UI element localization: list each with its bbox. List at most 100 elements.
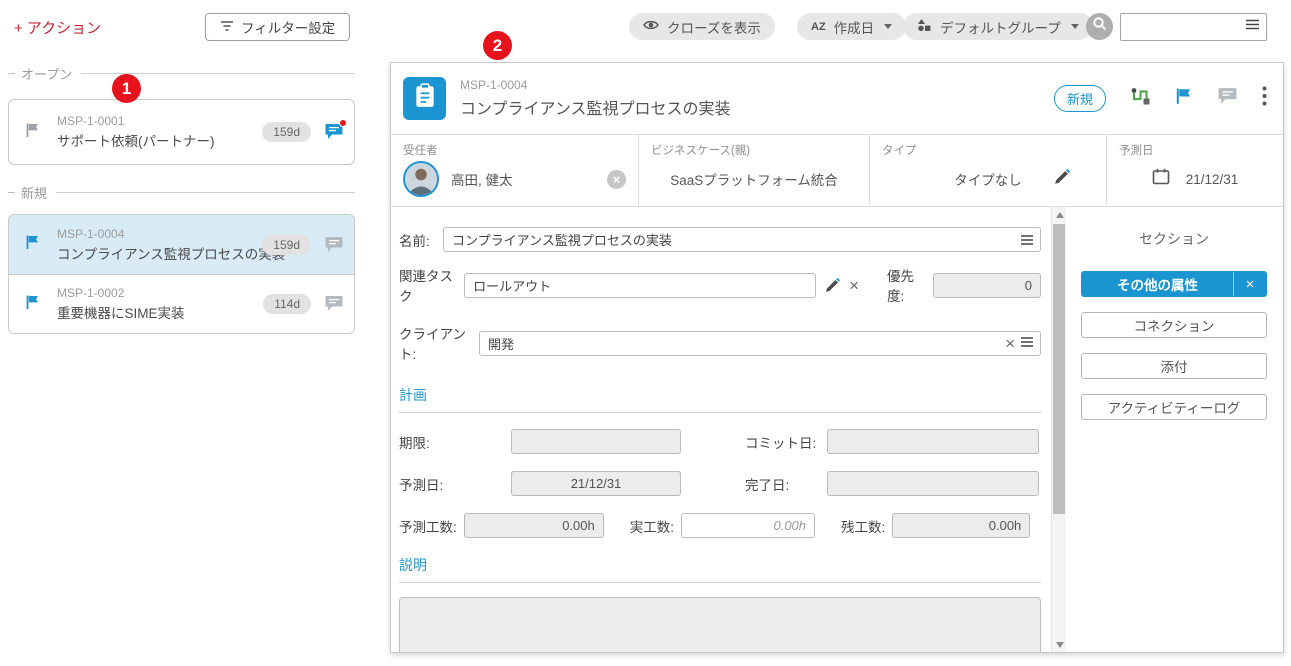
related-task-label: 関連タスク xyxy=(399,265,464,305)
assignee-label: 受任者 xyxy=(403,142,626,158)
actual-effort-input[interactable] xyxy=(681,513,815,538)
related-task-input[interactable] xyxy=(464,273,816,298)
assignee-avatar[interactable] xyxy=(403,161,439,197)
client-input[interactable] xyxy=(479,331,1041,356)
deadline-input[interactable] xyxy=(511,429,681,454)
edit-pencil-icon[interactable] xyxy=(1054,169,1070,190)
group-dropdown[interactable]: デフォルトグループ xyxy=(903,13,1093,40)
detail-header-actions: 新規 xyxy=(1054,85,1267,112)
client-label: クライアント: xyxy=(399,323,479,363)
actual-effort-label: 実工数: xyxy=(630,516,674,536)
search-icon xyxy=(1092,16,1108,37)
clear-task-icon[interactable]: × xyxy=(849,277,859,294)
group-collapse-dash xyxy=(8,73,15,74)
remaining-effort-input[interactable] xyxy=(892,513,1030,538)
flag-icon[interactable] xyxy=(25,294,41,315)
group-collapse-dash xyxy=(8,192,15,193)
remaining-effort-label: 残工数: xyxy=(841,516,885,536)
group-header-new[interactable]: 新規 xyxy=(8,184,355,200)
filter-settings-button[interactable]: フィルター設定 xyxy=(205,13,350,41)
kebab-menu-icon[interactable] xyxy=(1262,86,1267,111)
detail-fields-strip: 受任者 高田, 健太 × ビジネスケース(親) SaaSプラットフォーム統合 タ… xyxy=(391,135,1283,207)
group-divider-line xyxy=(56,192,355,193)
show-closed-button[interactable]: クローズを表示 xyxy=(629,13,775,40)
edit-pencil-icon[interactable] xyxy=(825,278,840,293)
forecast-date-input[interactable] xyxy=(511,471,681,496)
assignee-name: 高田, 健太 xyxy=(451,169,513,189)
plan-section-header: 計画 xyxy=(399,385,1041,413)
annotation-step-1: 1 xyxy=(112,74,141,103)
detail-header-text: MSP-1-0004 コンプライアンス監視プロセスの実装 xyxy=(460,78,731,119)
chat-icon[interactable] xyxy=(1217,87,1238,110)
detail-task-title: コンプライアンス監視プロセスの実装 xyxy=(460,95,731,119)
forecast-date-value: 21/12/31 xyxy=(1186,172,1239,187)
flag-icon[interactable] xyxy=(1175,87,1193,110)
calendar-icon[interactable] xyxy=(1152,168,1170,190)
business-case-value[interactable]: SaaSプラットフォーム統合 xyxy=(670,169,838,189)
show-closed-label: クローズを表示 xyxy=(667,17,761,37)
group-header-open[interactable]: オープン xyxy=(8,65,355,81)
search-input[interactable] xyxy=(1121,14,1245,40)
task-detail-panel: MSP-1-0004 コンプライアンス監視プロセスの実装 新規 受任者 xyxy=(390,62,1284,653)
name-label: 名前: xyxy=(399,230,443,250)
task-id: MSP-1-0002 xyxy=(57,286,185,300)
status-badge[interactable]: 新規 xyxy=(1054,85,1106,112)
task-card-text: MSP-1-0004 コンプライアンス監視プロセスの実装 xyxy=(57,227,262,263)
name-menu-icon[interactable] xyxy=(1020,234,1034,246)
flag-icon[interactable] xyxy=(25,234,41,255)
commit-date-input[interactable] xyxy=(827,429,1039,454)
task-card-msp-1-0004[interactable]: MSP-1-0004 コンプライアンス監視プロセスの実装 159d xyxy=(9,215,354,274)
business-case-label: ビジネスケース(親) xyxy=(651,142,857,158)
chat-icon[interactable] xyxy=(324,236,344,254)
chevron-down-icon xyxy=(884,24,892,29)
completed-date-input[interactable] xyxy=(827,471,1039,496)
remove-assignee-icon[interactable]: × xyxy=(607,170,626,189)
group-dropdown-label: デフォルトグループ xyxy=(940,17,1061,37)
task-age-badge: 114d xyxy=(263,294,311,314)
chat-icon[interactable] xyxy=(324,123,344,141)
section-button-connections[interactable]: コネクション xyxy=(1081,312,1267,338)
sections-title: セクション xyxy=(1081,229,1267,249)
sort-dropdown-label: 作成日 xyxy=(834,17,875,37)
section-button-other-attributes[interactable]: その他の属性 × xyxy=(1081,271,1267,297)
task-card-msp-1-0002[interactable]: MSP-1-0002 重要機器にSIME実装 114d xyxy=(9,274,354,333)
workflow-icon[interactable] xyxy=(1130,87,1151,111)
flag-icon[interactable] xyxy=(25,122,41,143)
notification-dot xyxy=(339,119,347,127)
priority-input[interactable] xyxy=(933,273,1041,298)
plan-fields: 期限: コミット日: 予測日: 完了日: 予測工数: 実工数: 残工数: xyxy=(399,429,1041,538)
search-menu-icon[interactable] xyxy=(1245,18,1260,36)
clear-client-icon[interactable]: × xyxy=(1005,335,1015,352)
section-button-attachments[interactable]: 添付 xyxy=(1081,353,1267,379)
section-button-label: その他の属性 xyxy=(1082,274,1233,294)
annotation-step-2: 2 xyxy=(483,31,512,60)
chat-icon[interactable] xyxy=(324,295,344,313)
client-menu-icon[interactable] xyxy=(1020,336,1034,351)
close-icon[interactable]: × xyxy=(1234,276,1266,293)
task-card-msp-1-0001[interactable]: MSP-1-0001 サポート依頼(パートナー) 159d xyxy=(8,99,355,165)
task-id: MSP-1-0004 xyxy=(57,227,262,241)
type-value: タイプなし xyxy=(954,169,1022,189)
group-divider-line xyxy=(81,73,355,74)
name-input[interactable] xyxy=(443,227,1041,252)
task-title: コンプライアンス監視プロセスの実装 xyxy=(57,243,262,263)
task-card-text: MSP-1-0001 サポート依頼(パートナー) xyxy=(57,114,215,150)
section-button-activity-log[interactable]: アクティビティーログ xyxy=(1081,394,1267,420)
search-button[interactable] xyxy=(1086,13,1113,40)
eye-icon xyxy=(643,19,659,34)
task-title: サポート依頼(パートナー) xyxy=(57,130,215,150)
task-age-badge: 159d xyxy=(262,122,311,142)
planned-effort-input[interactable] xyxy=(464,513,604,538)
form-scrollbar[interactable] xyxy=(1051,207,1066,652)
description-textarea[interactable] xyxy=(399,597,1041,652)
filter-icon xyxy=(220,20,234,35)
scroll-up-arrow[interactable] xyxy=(1052,207,1067,222)
filter-settings-label: フィルター設定 xyxy=(241,17,335,37)
scrollbar-thumb[interactable] xyxy=(1053,224,1065,514)
add-action-link[interactable]: + アクション xyxy=(14,17,101,38)
task-card-stack: MSP-1-0004 コンプライアンス監視プロセスの実装 159d MSP-1-… xyxy=(8,214,355,334)
commit-date-label: コミット日: xyxy=(745,432,827,452)
scroll-down-arrow[interactable] xyxy=(1052,637,1067,652)
sort-dropdown[interactable]: AZ 作成日 xyxy=(797,13,906,40)
group-label: オープン xyxy=(21,64,72,83)
